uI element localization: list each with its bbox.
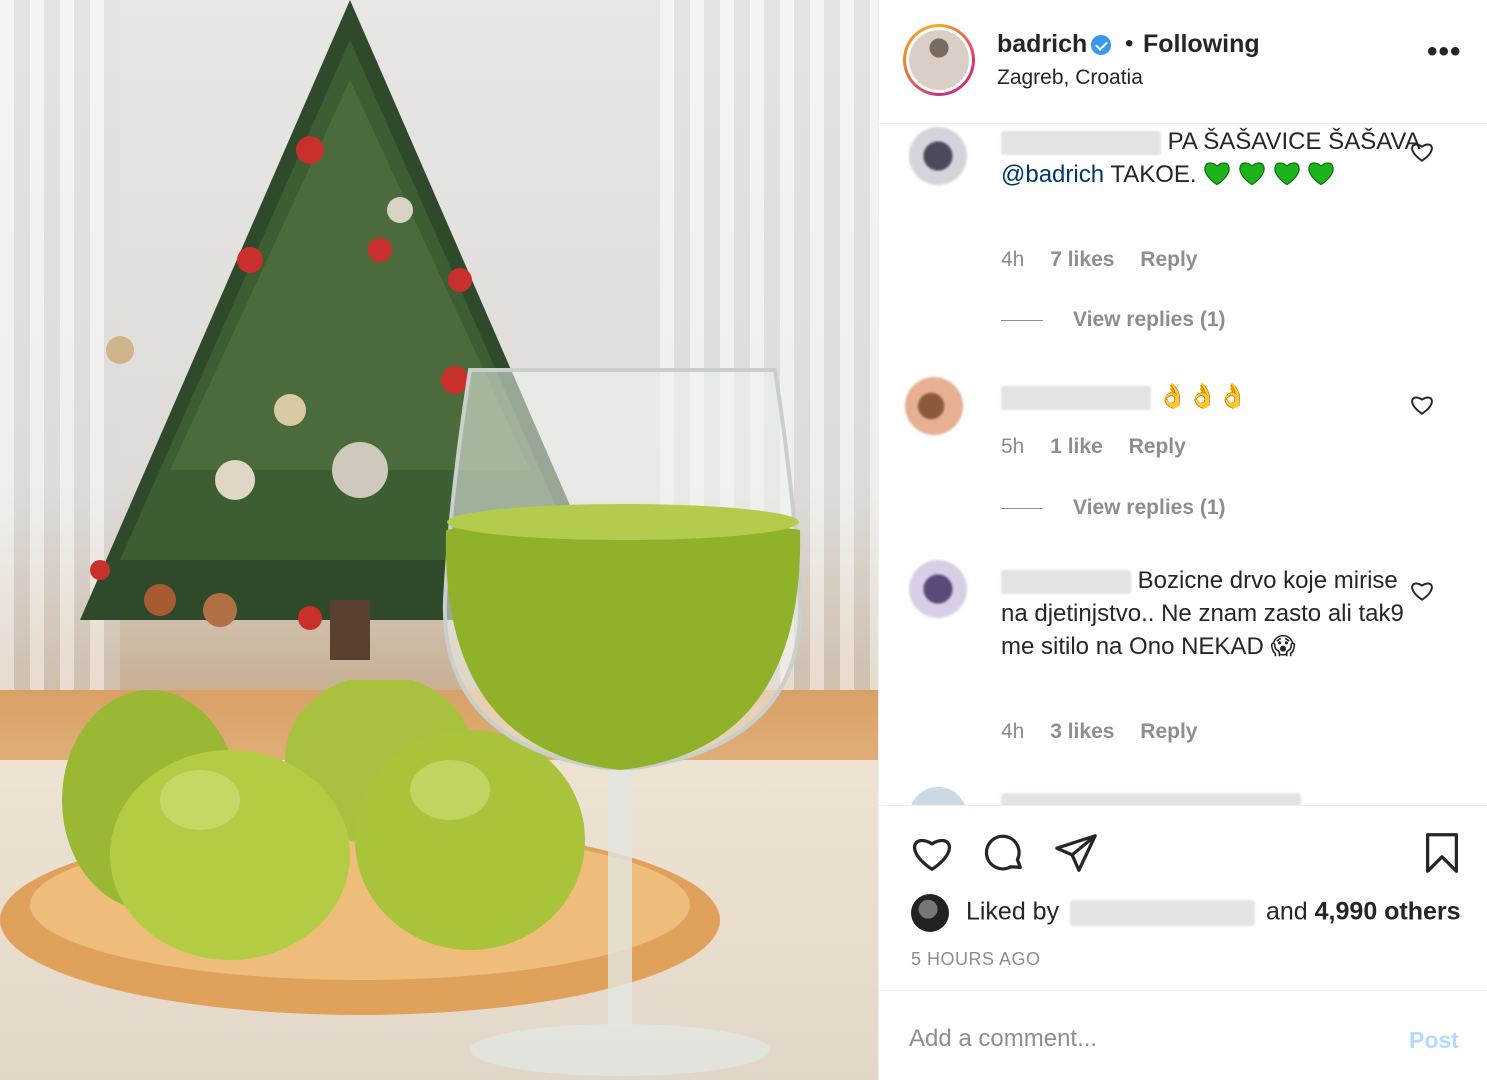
mention-link[interactable]: @badrich [1001,161,1104,188]
comment-time: 4h [1001,720,1025,743]
liker-username-blurred[interactable] [1070,900,1256,926]
post-photo[interactable] [0,0,878,1080]
comment-like-heart-icon[interactable] [1409,392,1435,418]
author-username[interactable]: badrich [997,30,1087,59]
commenter-avatar[interactable] [909,560,967,618]
post-header: badrich • Following Zagreb, Croatia ••• [879,0,1487,124]
juice-glass [442,368,803,1076]
comment-bubble-icon[interactable] [981,830,1027,876]
post-location[interactable]: Zagreb, Croatia [997,66,1143,90]
view-replies-button[interactable]: View replies (1) [1001,496,1226,520]
comment-likes[interactable]: 3 likes [1050,720,1114,743]
following-button[interactable]: Following [1143,30,1260,59]
reply-button[interactable]: Reply [1140,720,1197,743]
commenter-username-blurred[interactable] [1001,130,1161,155]
comment-meta: 5h 1 like Reply [1001,435,1206,459]
add-comment-bar: Post [879,990,1487,1080]
green-heart-icon [1273,162,1300,186]
comment-meta: 4h 3 likes Reply [1001,720,1217,744]
comment-likes[interactable]: 7 likes [1050,248,1114,271]
comment-text: Bozicne drvo koje mirise na djetinjstvo.… [1001,567,1404,660]
commenter-avatar[interactable] [909,127,967,185]
separator: • [1125,30,1134,57]
comment-like-heart-icon[interactable] [1409,139,1435,165]
others-count[interactable]: 4,990 others [1315,898,1461,926]
reply-button[interactable]: Reply [1129,435,1186,458]
comment-likes[interactable]: 1 like [1050,435,1103,458]
comment-text: 👌👌👌 [1001,380,1421,413]
view-replies-button[interactable]: View replies (1) [1001,308,1226,332]
commenter-avatar[interactable] [909,787,967,805]
comment-text-partial [1001,793,1301,805]
comment-meta: 4h 7 likes Reply [1001,248,1217,272]
comments-list[interactable]: PA ŠAŠAVICE ŠAŠAVA @badrich TAKOE. 4h 7 … [879,125,1487,805]
commenter-avatar[interactable] [905,377,963,435]
post-comment-button[interactable]: Post [1409,1027,1459,1054]
commenter-username-blurred[interactable] [1001,385,1151,410]
post-side-panel: badrich • Following Zagreb, Croatia ••• … [878,0,1487,1080]
reply-button[interactable]: Reply [1140,248,1197,271]
green-heart-icon [1308,162,1334,186]
comment-like-heart-icon[interactable] [1409,578,1435,604]
comment-time: 5h [1001,435,1025,458]
share-send-icon[interactable] [1053,830,1099,876]
add-comment-input[interactable] [909,1025,1389,1053]
author-avatar[interactable] [903,24,975,96]
post-actions: Liked by and 4,990 others 5 HOURS AGO [879,805,1487,990]
comment-text: PA ŠAŠAVICE ŠAŠAVA @badrich TAKOE. [1001,128,1420,188]
liked-by-summary[interactable]: Liked by and 4,990 others [911,894,1461,932]
liker-avatar[interactable] [911,894,949,932]
save-bookmark-icon[interactable] [1419,830,1465,876]
like-heart-icon[interactable] [909,830,955,876]
green-heart-icon [1239,162,1265,186]
post-timestamp[interactable]: 5 HOURS AGO [911,949,1041,970]
verified-badge-icon [1091,35,1111,55]
green-heart-icon [1204,162,1230,186]
commenter-username-blurred[interactable] [1001,569,1131,594]
comment-time: 4h [1001,248,1025,271]
more-options-button[interactable]: ••• [1427,37,1462,67]
